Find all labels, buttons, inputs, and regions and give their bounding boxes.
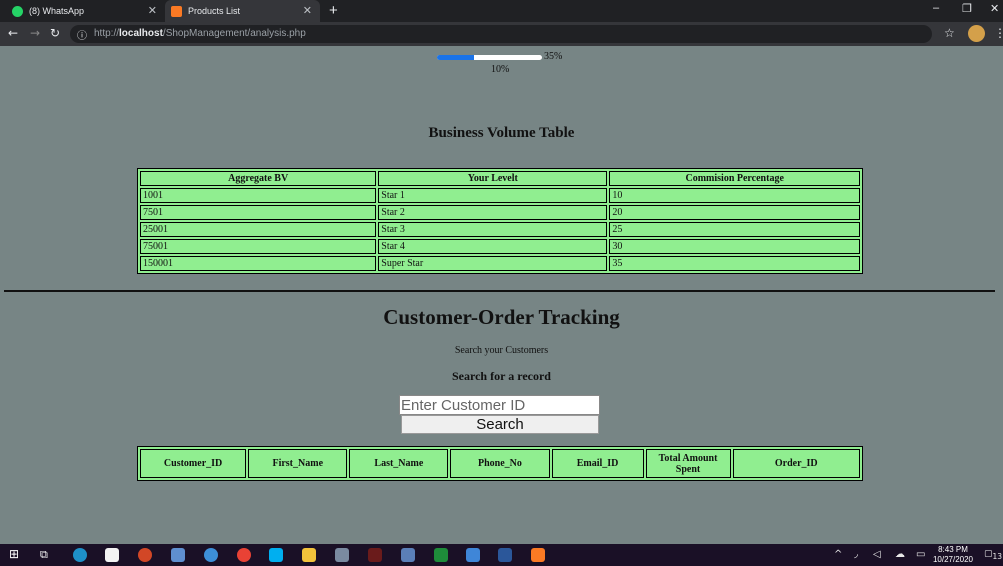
windows-start-icon[interactable]: ⊞	[9, 547, 23, 561]
close-icon[interactable]: ✕	[303, 4, 312, 17]
battery-icon: ▭	[916, 549, 926, 560]
back-icon[interactable]: ←	[8, 26, 18, 40]
tracking-title: Customer-Order Tracking	[383, 305, 620, 329]
media-icon[interactable]	[138, 548, 152, 562]
table-cell: Star 2	[378, 205, 608, 220]
business-volume-table: Aggregate BV Your Levelt Commision Perce…	[137, 168, 863, 274]
virtualbox-icon[interactable]	[335, 548, 349, 562]
forward-icon[interactable]: →	[30, 26, 40, 40]
reload-icon[interactable]: ↻	[50, 26, 60, 40]
browser-tab-strip: (8) WhatsApp ✕ Products List ✕ + – ❐ ✕	[0, 0, 1003, 22]
taskbar: ⊞ ⧉ ^ ◞ ◁ ☁ ▭ 8:43 PM 10/27/2020 ▢13	[0, 544, 1003, 566]
cloud-icon[interactable]: ☁	[895, 549, 905, 560]
menu-icon[interactable]: ⋮	[994, 26, 1003, 40]
edge-icon[interactable]	[73, 548, 87, 562]
customer-order-table: Customer_ID First_Name Last_Name Phone_N…	[137, 446, 863, 481]
search-button[interactable]: Search	[401, 415, 599, 434]
tab-title: (8) WhatsApp	[29, 6, 85, 16]
table-row: 25001 Star 3 25	[140, 222, 860, 237]
progress-label-right: 35%	[544, 51, 563, 62]
clock[interactable]: 8:43 PM 10/27/2020	[928, 545, 978, 565]
page-content: 35% 10% Business Volume Table Aggregate …	[0, 46, 1003, 544]
table-cell: Super Star	[378, 256, 608, 271]
volume-icon[interactable]: ◁	[873, 549, 881, 560]
notification-icon[interactable]: ▢13	[984, 549, 1002, 561]
file-explorer-icon[interactable]	[302, 548, 316, 562]
table-row: 75001 Star 4 30	[140, 239, 860, 254]
tab-whatsapp[interactable]: (8) WhatsApp ✕	[0, 0, 165, 22]
column-header: Email_ID	[551, 449, 644, 478]
xampp-icon	[171, 5, 182, 17]
restore-icon[interactable]: ❐	[962, 2, 972, 15]
word-icon[interactable]	[498, 548, 512, 562]
table-cell: 30	[609, 239, 860, 254]
app-icon[interactable]	[466, 548, 480, 562]
profile-avatar[interactable]	[968, 25, 985, 42]
app-icon[interactable]	[434, 548, 448, 562]
store-icon[interactable]	[105, 548, 119, 562]
close-icon[interactable]: ✕	[148, 4, 157, 17]
clock-time: 8:43 PM	[938, 545, 968, 554]
ie-icon[interactable]	[204, 548, 218, 562]
close-window-icon[interactable]: ✕	[990, 2, 999, 15]
table-cell: 20	[609, 205, 860, 220]
table-cell: 150001	[140, 256, 377, 271]
table-cell: Star 4	[378, 239, 608, 254]
business-volume-title: Business Volume Table	[428, 125, 575, 141]
clock-date: 10/27/2020	[932, 555, 974, 564]
divider	[4, 290, 995, 292]
column-header: Customer_ID	[140, 449, 247, 478]
vim-icon[interactable]	[368, 548, 382, 562]
table-cell: 1001	[140, 188, 377, 203]
tracking-subtitle: Search your Customers	[454, 345, 549, 356]
column-header: Total Amount Spent	[645, 449, 731, 478]
url-text[interactable]: http://localhost/ShopManagement/analysis…	[94, 28, 306, 39]
progress-label-below: 10%	[491, 64, 510, 75]
tab-products-list[interactable]: Products List ✕	[165, 0, 320, 22]
notification-count: 13	[992, 551, 1003, 561]
search-heading: Search for a record	[452, 369, 551, 383]
table-header-row: Customer_ID First_Name Last_Name Phone_N…	[140, 449, 860, 478]
app-icon[interactable]	[401, 548, 415, 562]
table-header-row: Aggregate BV Your Levelt Commision Perce…	[140, 171, 860, 186]
column-header: Your Levelt	[378, 171, 608, 186]
customer-id-input[interactable]	[399, 395, 600, 415]
table-row: 150001 Super Star 35	[140, 256, 860, 271]
chrome-icon[interactable]	[237, 548, 251, 562]
table-cell: Star 1	[378, 188, 608, 203]
column-header: Phone_No	[450, 449, 550, 478]
table-cell: 35	[609, 256, 860, 271]
progress-fill	[437, 55, 474, 60]
table-cell: 25	[609, 222, 860, 237]
progress-bar	[437, 55, 542, 60]
table-cell: 7501	[140, 205, 377, 220]
task-view-icon[interactable]: ⧉	[40, 548, 54, 562]
table-cell: 25001	[140, 222, 377, 237]
bookmark-star-icon[interactable]: ☆	[944, 26, 955, 41]
table-row: 1001 Star 1 10	[140, 188, 860, 203]
url-bar[interactable]: ⓘ http://localhost/ShopManagement/analys…	[70, 25, 932, 43]
whatsapp-icon	[12, 5, 23, 17]
xampp-icon[interactable]	[531, 548, 545, 562]
column-header: Order_ID	[732, 449, 860, 478]
table-cell: 10	[609, 188, 860, 203]
table-row: 7501 Star 2 20	[140, 205, 860, 220]
minimize-icon[interactable]: –	[933, 2, 939, 14]
app-icon[interactable]	[171, 548, 185, 562]
column-header: Aggregate BV	[140, 171, 377, 186]
column-header: First_Name	[248, 449, 348, 478]
address-bar-row: ← → ↻ ⓘ http://localhost/ShopManagement/…	[0, 22, 1003, 46]
network-icon[interactable]: ◞	[854, 549, 858, 560]
chevron-up-icon[interactable]: ^	[834, 549, 842, 560]
skype-icon[interactable]	[269, 548, 283, 562]
table-cell: Star 3	[378, 222, 608, 237]
tab-title: Products List	[188, 6, 241, 16]
new-tab-icon[interactable]: +	[329, 2, 338, 19]
info-icon[interactable]: ⓘ	[77, 27, 87, 42]
column-header: Last_Name	[349, 449, 449, 478]
table-cell: 75001	[140, 239, 377, 254]
column-header: Commision Percentage	[609, 171, 860, 186]
